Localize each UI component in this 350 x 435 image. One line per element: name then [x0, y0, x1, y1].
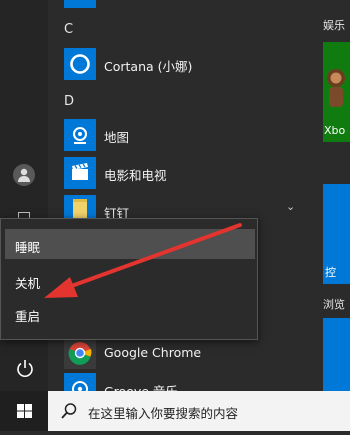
browse-tile[interactable]	[323, 318, 350, 391]
app-label: 地图	[104, 130, 130, 145]
tile-label: Xbo	[324, 124, 346, 137]
tile-label: 控	[325, 266, 336, 279]
taskbar: 在这里输入你要搜索的内容	[0, 391, 350, 431]
tile-group-title[interactable]: 浏览	[323, 296, 345, 312]
power-button[interactable]	[14, 357, 36, 379]
windows-logo-icon	[17, 404, 32, 418]
letter-header-d[interactable]: D	[64, 94, 74, 109]
app-label: 电影和电视	[104, 168, 167, 183]
xbox-tile[interactable]: Xbo	[323, 42, 350, 142]
power-menu-item-shutdown[interactable]: 关机	[5, 265, 255, 295]
start-button[interactable]	[0, 391, 48, 431]
movies-tv-icon	[64, 157, 96, 189]
app-tile-partial	[64, 0, 96, 8]
power-icon	[17, 360, 33, 377]
xbox-character-image	[327, 69, 345, 107]
menu-item-label: 关机	[15, 276, 41, 291]
user-icon	[18, 168, 30, 182]
control-tile[interactable]: 控	[323, 184, 350, 284]
maps-icon	[64, 119, 96, 151]
search-icon	[61, 403, 77, 419]
app-item-google-chrome[interactable]: Google Chrome	[64, 337, 304, 369]
taskbar-search-box[interactable]: 在这里输入你要搜索的内容	[48, 391, 350, 431]
menu-item-label: 睡眠	[15, 240, 41, 255]
app-item-movies-tv[interactable]: 电影和电视	[64, 157, 304, 189]
chevron-down-icon[interactable]: ⌄	[286, 200, 295, 213]
tile-area: 娱乐 Xbo 控 浏览	[310, 0, 350, 391]
chrome-icon	[64, 337, 96, 369]
tile-group-title[interactable]: 娱乐	[323, 17, 345, 33]
app-item-cortana[interactable]: Cortana (小娜)	[64, 48, 304, 80]
app-item-maps[interactable]: 地图	[64, 119, 304, 151]
power-menu-item-sleep[interactable]: 睡眠	[5, 229, 255, 259]
menu-item-label: 重启	[15, 309, 41, 324]
search-placeholder: 在这里输入你要搜索的内容	[88, 406, 239, 421]
user-avatar[interactable]	[13, 164, 35, 186]
power-menu-item-restart[interactable]: 重启	[5, 298, 255, 328]
app-label: Google Chrome	[104, 345, 202, 360]
power-menu: 睡眠 关机 重启	[0, 218, 258, 340]
cortana-icon	[64, 48, 96, 80]
app-label: Cortana (小娜)	[104, 59, 193, 74]
letter-header-c[interactable]: C	[64, 22, 73, 37]
